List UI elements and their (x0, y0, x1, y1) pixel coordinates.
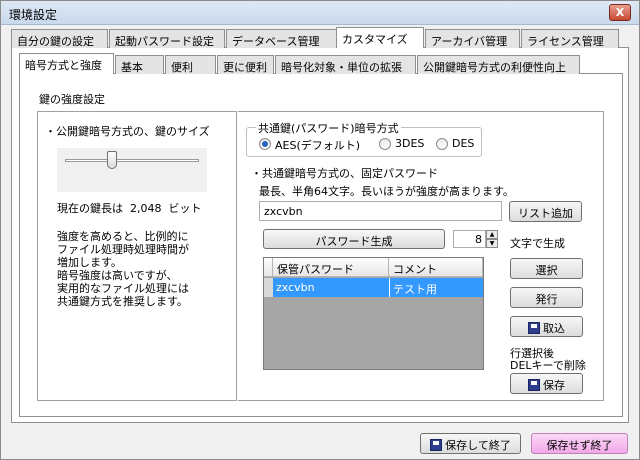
key-size-slider-area (57, 148, 207, 192)
cipher-method-label: 共通鍵(パスワード)暗号方式 (256, 120, 401, 136)
key-size-label: ・公開鍵暗号方式の、鍵のサイズ (45, 125, 210, 138)
add-to-list-button[interactable]: リスト追加 (509, 201, 582, 222)
delete-hint-line2: DELキーで削除 (510, 359, 586, 372)
sub-tab-strip: 暗号方式と強度 基本 便利 更に便利 暗号化対象・単位の拡張 公開鍵暗号方式の利… (19, 53, 619, 75)
floppy-icon (528, 379, 540, 391)
title-bar: 環境設定 X (1, 1, 639, 25)
fixed-password-label: ・共通鍵暗号方式の、固定パスワード (251, 167, 438, 180)
grid-header-comment[interactable]: コメント (389, 258, 483, 277)
radio-des[interactable] (436, 138, 448, 150)
desc-line: 共通鍵方式を推奨します。 (57, 295, 188, 308)
length-spinner-field[interactable]: 8 (453, 230, 486, 248)
desc-line: 増加します。 (57, 256, 122, 269)
settings-window: 環境設定 X 自分の鍵の設定 起動パスワード設定 データベース管理 カスタマイズ… (0, 0, 640, 460)
vertical-divider (236, 111, 238, 401)
exit-without-saving-button[interactable]: 保存せず終了 (531, 433, 628, 454)
desc-line: ファイル処理時処理時間が (57, 243, 189, 256)
password-grid[interactable]: 保管パスワード コメント zxcvbn テスト用 (263, 257, 484, 370)
save-list-button[interactable]: 保存 (510, 373, 583, 394)
tab-license[interactable]: ライセンス管理 (521, 29, 619, 48)
desc-line: 実用的なファイル処理には (57, 282, 189, 295)
spin-up-icon[interactable]: ▲ (486, 230, 498, 239)
key-size-slider-track[interactable] (65, 159, 199, 162)
radio-3des[interactable] (379, 138, 391, 150)
current-key-prefix: 現在の鍵長は (57, 202, 123, 215)
select-button[interactable]: 選択 (510, 258, 583, 279)
grid-cell-comment[interactable]: テスト用 (389, 278, 483, 297)
grid-header-password[interactable]: 保管パスワード (273, 258, 389, 277)
floppy-icon (528, 322, 540, 334)
generate-password-button[interactable]: パスワード生成 (263, 229, 445, 249)
tab-cipher-strength[interactable]: 暗号方式と強度 (19, 53, 114, 74)
tab-basic[interactable]: 基本 (115, 55, 164, 74)
main-tab-strip: 自分の鍵の設定 起動パスワード設定 データベース管理 カスタマイズ アーカイバ管… (11, 27, 631, 49)
floppy-icon (430, 439, 443, 451)
grid-cell-password[interactable]: zxcvbn (273, 278, 389, 297)
tab-own-key[interactable]: 自分の鍵の設定 (11, 29, 108, 48)
save-list-button-label: 保存 (543, 379, 565, 392)
key-size-slider-thumb[interactable] (106, 151, 117, 169)
current-key-unit: ビット (168, 202, 202, 215)
save-and-exit-label: 保存して終了 (445, 439, 511, 452)
tab-database[interactable]: データベース管理 (226, 29, 337, 48)
radio-aes-label[interactable]: AES(デフォルト) (275, 137, 360, 153)
window-title: 環境設定 (9, 8, 58, 22)
tab-public-key-usability[interactable]: 公開鍵暗号方式の利便性向上 (417, 55, 580, 74)
import-button-label: 取込 (543, 322, 565, 335)
strength-description: 強度を高めると、比例的に ファイル処理時処理時間が 増加します。 暗号強度は高い… (57, 230, 189, 308)
grid-corner-header (264, 258, 273, 277)
close-button[interactable]: X (609, 4, 631, 21)
section-title: 鍵の強度設定 (39, 93, 105, 106)
current-key-length: 現在の鍵長は 2,048 ビット (57, 200, 202, 216)
length-suffix: 文字で生成 (510, 237, 565, 250)
tab-customize[interactable]: カスタマイズ (336, 27, 424, 48)
tab-convenient[interactable]: 便利 (165, 55, 216, 74)
tab-archiver[interactable]: アーカイバ管理 (425, 29, 520, 48)
radio-3des-label[interactable]: 3DES (395, 137, 424, 150)
radio-aes[interactable] (259, 138, 271, 150)
fixed-password-hint: 最長、半角64文字。長いほうが強度が高まります。 (259, 185, 514, 198)
tab-more-convenient[interactable]: 更に便利 (217, 55, 274, 74)
radio-des-label[interactable]: DES (452, 137, 474, 150)
tab-startup-password[interactable]: 起動パスワード設定 (109, 29, 225, 48)
save-and-exit-button[interactable]: 保存して終了 (420, 433, 521, 454)
row-header-cell[interactable] (264, 278, 273, 297)
password-field[interactable]: zxcvbn (259, 201, 502, 221)
desc-line: 暗号強度は高いですが、 (57, 269, 178, 282)
issue-button[interactable]: 発行 (510, 287, 583, 308)
import-button[interactable]: 取込 (510, 316, 583, 337)
current-key-value: 2,048 (130, 202, 162, 215)
tab-encryption-scope[interactable]: 暗号化対象・単位の拡張 (275, 55, 416, 74)
spin-down-icon[interactable]: ▼ (486, 239, 498, 248)
desc-line: 強度を高めると、比例的に (57, 230, 189, 243)
